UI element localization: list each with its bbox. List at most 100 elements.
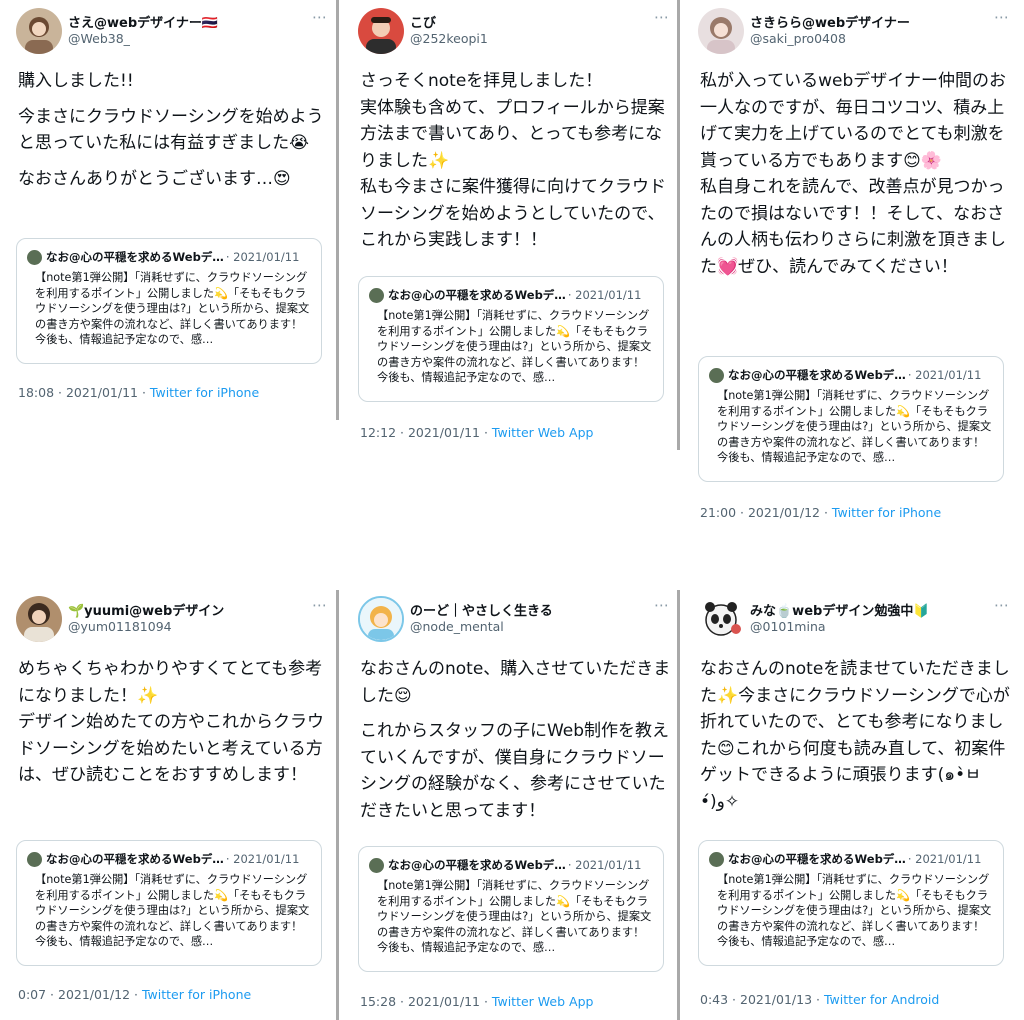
quoted-avatar bbox=[709, 367, 724, 383]
quoted-tweet-header: なお@心の平穏を求めるWebデ… · 2021/01/11 bbox=[27, 850, 311, 868]
display-name[interactable]: 🌱yuumi@webデザイン bbox=[68, 600, 224, 619]
tweet-meta: 12:12 · 2021/01/11 · Twitter Web App bbox=[360, 425, 593, 440]
more-options-icon[interactable]: ⋯ bbox=[994, 8, 1010, 26]
tweet-card: のーど｜やさしく生きる @node_mental ⋯ なおさんのnote、購入さ… bbox=[358, 596, 678, 1016]
quoted-tweet-header: なお@心の平穏を求めるWebデ… · 2021/01/11 bbox=[709, 850, 993, 868]
more-options-icon[interactable]: ⋯ bbox=[994, 596, 1010, 614]
tweet-source-link[interactable]: Twitter Web App bbox=[492, 425, 594, 440]
tweet-meta: 18:08 · 2021/01/11 · Twitter for iPhone bbox=[18, 385, 259, 400]
quoted-author: なお@心の平穏を求めるWebデ… bbox=[46, 852, 224, 866]
more-options-icon[interactable]: ⋯ bbox=[654, 596, 670, 614]
more-options-icon[interactable]: ⋯ bbox=[312, 596, 328, 614]
tweet-card: さえ@webデザイナー🇹🇭 @Web38_ ⋯ 購入しました!! 今まさにクラウ… bbox=[16, 8, 336, 408]
tweet-paragraph: なおさんのnoteを読ませていただきました✨今まさにクラウドソーシングで心が折れ… bbox=[700, 659, 1010, 812]
quoted-author: なお@心の平穏を求めるWebデ… bbox=[728, 852, 906, 866]
avatar[interactable] bbox=[358, 596, 404, 642]
quoted-avatar bbox=[709, 851, 724, 867]
tweet-timestamp[interactable]: 21:00 · 2021/01/12 · bbox=[700, 505, 832, 520]
display-name[interactable]: こび bbox=[410, 12, 436, 31]
quoted-author: なお@心の平穏を求めるWebデ… bbox=[388, 288, 566, 302]
user-handle[interactable]: @252keopi1 bbox=[410, 31, 488, 46]
quoted-avatar bbox=[369, 287, 384, 303]
tweet-text: なおさんのnote、購入させていただきました😌 これからスタッフの子にWeb制作… bbox=[360, 656, 672, 833]
quoted-tweet[interactable]: なお@心の平穏を求めるWebデ… · 2021/01/11 【note第1弾公開… bbox=[16, 238, 322, 364]
tweet-source-link[interactable]: Twitter for Android bbox=[824, 992, 939, 1007]
quoted-date: · 2021/01/11 bbox=[225, 852, 300, 866]
quoted-tweet[interactable]: なお@心の平穏を求めるWebデ… · 2021/01/11 【note第1弾公開… bbox=[698, 840, 1004, 966]
tweet-paragraph: 私が入っているwebデザイナー仲間のお一人なのですが、毎日コツコツ、積み上げて実… bbox=[700, 71, 1006, 277]
user-handle[interactable]: @yum01181094 bbox=[68, 619, 172, 634]
tweet-paragraph: さっそくnoteを拝見しました！ 実体験も含めて、プロフィールから提案方法まで書… bbox=[360, 71, 666, 250]
tweet-text: さっそくnoteを拝見しました！ 実体験も含めて、プロフィールから提案方法まで書… bbox=[360, 68, 672, 263]
quoted-text: 【note第1弾公開】「消耗せずに、クラウドソーシングを利用するポイント」公開し… bbox=[35, 873, 310, 948]
more-options-icon[interactable]: ⋯ bbox=[654, 8, 670, 26]
quoted-tweet[interactable]: なお@心の平穏を求めるWebデ… · 2021/01/11 【note第1弾公開… bbox=[358, 276, 664, 402]
display-name[interactable]: みな🍵webデザイン勉強中🔰 bbox=[750, 600, 930, 619]
tweet-source-link[interactable]: Twitter for iPhone bbox=[832, 505, 941, 520]
tweet-paragraph: 今まさにクラウドソーシングを始めようと思っていた私には有益すぎました😭 bbox=[18, 106, 324, 154]
tweet-text: 購入しました!! 今まさにクラウドソーシングを始めようと思っていた私には有益すぎ… bbox=[18, 68, 330, 201]
quoted-author: なお@心の平穏を求めるWebデ… bbox=[728, 368, 906, 382]
quoted-text: 【note第1弾公開】「消耗せずに、クラウドソーシングを利用するポイント」公開し… bbox=[717, 389, 992, 464]
quoted-tweet-header: なお@心の平穏を求めるWebデ… · 2021/01/11 bbox=[709, 366, 993, 384]
tweet-card: こび @252keopi1 ⋯ さっそくnoteを拝見しました！ 実体験も含めて… bbox=[358, 8, 678, 448]
tweet-text: めちゃくちゃわかりやすくてとても参考になりました！✨ デザイン始めたての方やこれ… bbox=[18, 656, 330, 798]
tweet-source-link[interactable]: Twitter Web App bbox=[492, 994, 594, 1009]
quoted-tweet[interactable]: なお@心の平穏を求めるWebデ… · 2021/01/11 【note第1弾公開… bbox=[698, 356, 1004, 482]
column-divider bbox=[336, 0, 339, 420]
tweet-meta: 21:00 · 2021/01/12 · Twitter for iPhone bbox=[700, 505, 941, 520]
tweet-source-link[interactable]: Twitter for iPhone bbox=[150, 385, 259, 400]
quoted-date: · 2021/01/11 bbox=[225, 250, 300, 264]
quoted-date: · 2021/01/11 bbox=[907, 368, 982, 382]
quoted-tweet[interactable]: なお@心の平穏を求めるWebデ… · 2021/01/11 【note第1弾公開… bbox=[358, 846, 664, 972]
quoted-avatar bbox=[27, 851, 42, 867]
tweet-text: 私が入っているwebデザイナー仲間のお一人なのですが、毎日コツコツ、積み上げて実… bbox=[700, 68, 1012, 289]
avatar[interactable] bbox=[698, 596, 744, 642]
quoted-text: 【note第1弾公開】「消耗せずに、クラウドソーシングを利用するポイント」公開し… bbox=[377, 309, 652, 384]
avatar[interactable] bbox=[698, 8, 744, 54]
tweet-paragraph: なおさんのnote、購入させていただきました😌 bbox=[360, 659, 671, 706]
tweet-text: なおさんのnoteを読ませていただきました✨今まさにクラウドソーシングで心が折れ… bbox=[700, 656, 1012, 824]
tweet-timestamp[interactable]: 0:07 · 2021/01/12 · bbox=[18, 987, 142, 1002]
quoted-text: 【note第1弾公開】「消耗せずに、クラウドソーシングを利用するポイント」公開し… bbox=[377, 879, 652, 954]
tweet-timestamp[interactable]: 15:28 · 2021/01/11 · bbox=[360, 994, 492, 1009]
display-name[interactable]: さきらら@webデザイナー bbox=[750, 12, 910, 31]
quoted-tweet-header: なお@心の平穏を求めるWebデ… · 2021/01/11 bbox=[27, 248, 311, 266]
display-name[interactable]: さえ@webデザイナー🇹🇭 bbox=[68, 12, 218, 31]
tweet-card: みな🍵webデザイン勉強中🔰 @0101mina ⋯ なおさんのnoteを読ませ… bbox=[698, 596, 1018, 1016]
tweet-timestamp[interactable]: 18:08 · 2021/01/11 · bbox=[18, 385, 150, 400]
quoted-author: なお@心の平穏を求めるWebデ… bbox=[388, 858, 566, 872]
quoted-text: 【note第1弾公開】「消耗せずに、クラウドソーシングを利用するポイント」公開し… bbox=[35, 271, 310, 346]
quoted-avatar bbox=[27, 249, 42, 265]
tweet-meta: 15:28 · 2021/01/11 · Twitter Web App bbox=[360, 994, 593, 1009]
quoted-date: · 2021/01/11 bbox=[567, 858, 642, 872]
tweet-paragraph: 購入しました!! bbox=[18, 71, 134, 91]
avatar[interactable] bbox=[16, 8, 62, 54]
quoted-tweet-header: なお@心の平穏を求めるWebデ… · 2021/01/11 bbox=[369, 286, 653, 304]
tweet-meta: 0:43 · 2021/01/13 · Twitter for Android bbox=[700, 992, 939, 1007]
tweet-card: さきらら@webデザイナー @saki_pro0408 ⋯ 私が入っているweb… bbox=[698, 8, 1018, 528]
tweet-timestamp[interactable]: 12:12 · 2021/01/11 · bbox=[360, 425, 492, 440]
user-handle[interactable]: @Web38_ bbox=[68, 31, 130, 46]
tweet-timestamp[interactable]: 0:43 · 2021/01/13 · bbox=[700, 992, 824, 1007]
quoted-author: なお@心の平穏を求めるWebデ… bbox=[46, 250, 224, 264]
tweet-card: 🌱yuumi@webデザイン @yum01181094 ⋯ めちゃくちゃわかりや… bbox=[16, 596, 336, 1006]
user-handle[interactable]: @0101mina bbox=[750, 619, 826, 634]
tweet-meta: 0:07 · 2021/01/12 · Twitter for iPhone bbox=[18, 987, 251, 1002]
user-handle[interactable]: @saki_pro0408 bbox=[750, 31, 846, 46]
quoted-date: · 2021/01/11 bbox=[567, 288, 642, 302]
quoted-date: · 2021/01/11 bbox=[907, 852, 982, 866]
avatar[interactable] bbox=[16, 596, 62, 642]
avatar[interactable] bbox=[358, 8, 404, 54]
tweet-source-link[interactable]: Twitter for iPhone bbox=[142, 987, 251, 1002]
tweet-paragraph: これからスタッフの子にWeb制作を教えていくんですが、僕自身にクラウドソーシング… bbox=[360, 721, 670, 821]
tweet-paragraph: めちゃくちゃわかりやすくてとても参考になりました！✨ デザイン始めたての方やこれ… bbox=[18, 659, 324, 785]
quoted-tweet-header: なお@心の平穏を求めるWebデ… · 2021/01/11 bbox=[369, 856, 653, 874]
display-name[interactable]: のーど｜やさしく生きる bbox=[410, 600, 553, 619]
user-handle[interactable]: @node_mental bbox=[410, 619, 504, 634]
quoted-tweet[interactable]: なお@心の平穏を求めるWebデ… · 2021/01/11 【note第1弾公開… bbox=[16, 840, 322, 966]
quoted-text: 【note第1弾公開】「消耗せずに、クラウドソーシングを利用するポイント」公開し… bbox=[717, 873, 992, 948]
quoted-avatar bbox=[369, 857, 384, 873]
more-options-icon[interactable]: ⋯ bbox=[312, 8, 328, 26]
column-divider bbox=[336, 590, 339, 1020]
